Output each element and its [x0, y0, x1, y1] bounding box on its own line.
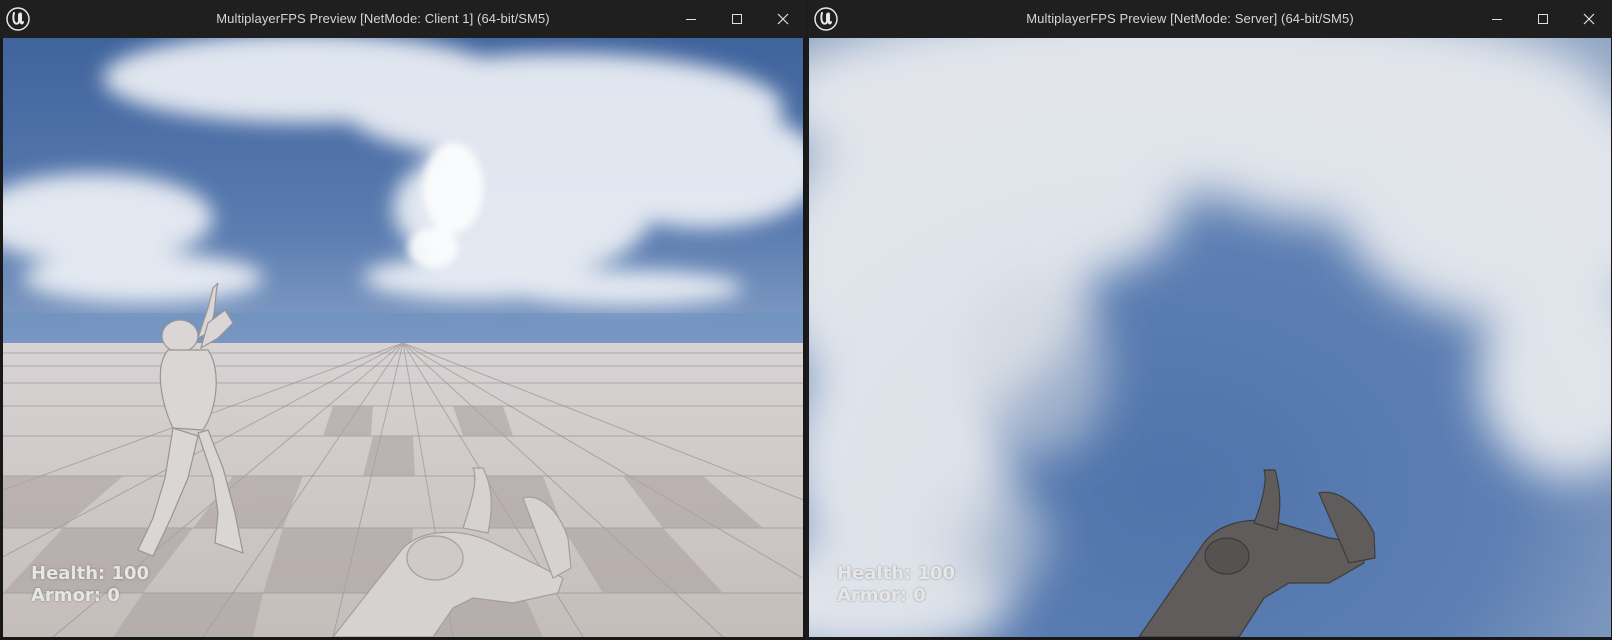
- close-icon: [1583, 13, 1595, 25]
- maximize-icon: [1538, 14, 1548, 24]
- game-viewport[interactable]: Health: 100 Armor: 0: [809, 38, 1611, 637]
- client-window[interactable]: MultiplayerFPS Preview [NetMode: Client …: [0, 0, 806, 640]
- minimize-icon: [686, 19, 696, 20]
- minimize-button[interactable]: [1474, 0, 1520, 38]
- armor-label: Armor: 0: [31, 585, 120, 606]
- close-button[interactable]: [760, 0, 806, 38]
- game-viewport[interactable]: Health: 100 Armor: 0: [3, 38, 803, 637]
- game-scene: [809, 38, 1611, 637]
- hud-stats: Health: 100 Armor: 0: [837, 563, 955, 607]
- title-bar[interactable]: MultiplayerFPS Preview [NetMode: Client …: [0, 0, 806, 38]
- hud-stats: Health: 100 Armor: 0: [31, 563, 149, 607]
- game-scene: [3, 38, 803, 637]
- maximize-icon: [732, 14, 742, 24]
- maximize-button[interactable]: [1520, 0, 1566, 38]
- minimize-icon: [1492, 19, 1502, 20]
- title-bar[interactable]: MultiplayerFPS Preview [NetMode: Server]…: [808, 0, 1612, 38]
- health-label: Health: 100: [837, 563, 956, 584]
- close-icon: [777, 13, 789, 25]
- health-label: Health: 100: [31, 563, 150, 584]
- server-window[interactable]: MultiplayerFPS Preview [NetMode: Server]…: [808, 0, 1612, 640]
- armor-label: Armor: 0: [837, 585, 926, 606]
- minimize-button[interactable]: [668, 0, 714, 38]
- close-button[interactable]: [1566, 0, 1612, 38]
- maximize-button[interactable]: [714, 0, 760, 38]
